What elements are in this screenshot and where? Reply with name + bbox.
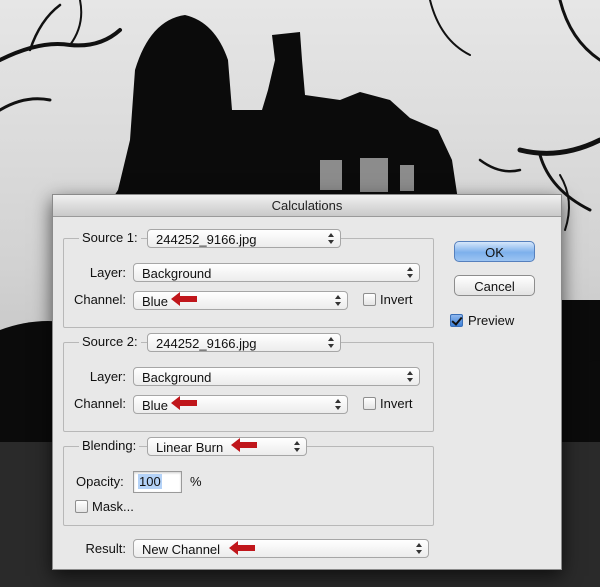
source2-layer-select[interactable]: Background	[133, 367, 420, 386]
source1-channel-select[interactable]: Blue	[133, 291, 348, 310]
result-label: Result:	[85, 541, 126, 556]
preview-label[interactable]: Preview	[468, 313, 514, 328]
source2-legend: Source 2:	[79, 334, 141, 349]
source1-legend: Source 1:	[79, 230, 141, 245]
red-arrow-icon	[171, 396, 197, 410]
updown-arrows-icon	[407, 371, 414, 382]
source1-layer-value: Background	[142, 266, 212, 281]
source1-layer-select[interactable]: Background	[133, 263, 420, 282]
updown-arrows-icon	[416, 543, 423, 554]
mask-label[interactable]: Mask...	[92, 499, 134, 514]
dialog-title[interactable]: Calculations	[53, 195, 561, 217]
cancel-button[interactable]: Cancel	[454, 275, 535, 296]
red-arrow-icon	[229, 541, 255, 555]
source2-file-select[interactable]: 244252_9166.jpg	[147, 333, 341, 352]
blending-legend: Blending:	[79, 438, 140, 453]
mask-checkbox[interactable]	[75, 500, 88, 513]
opacity-input[interactable]: 100	[133, 471, 182, 493]
blending-mode-select[interactable]: Linear Burn	[147, 437, 307, 456]
ok-button[interactable]: OK	[454, 241, 535, 262]
red-arrow-icon	[231, 438, 257, 452]
source2-channel-select[interactable]: Blue	[133, 395, 348, 414]
source2-group	[63, 342, 434, 432]
result-select[interactable]: New Channel	[133, 539, 429, 558]
opacity-value: 100	[138, 474, 162, 489]
opacity-unit: %	[190, 474, 202, 489]
updown-arrows-icon	[328, 233, 335, 244]
updown-arrows-icon	[294, 441, 301, 452]
updown-arrows-icon	[328, 337, 335, 348]
source1-layer-label: Layer:	[89, 265, 126, 280]
source2-channel-label: Channel:	[73, 396, 126, 411]
source1-channel-value: Blue	[142, 294, 169, 309]
updown-arrows-icon	[335, 295, 342, 306]
source1-group	[63, 238, 434, 328]
source1-invert-checkbox[interactable]	[363, 293, 376, 306]
source2-layer-label: Layer:	[89, 369, 126, 384]
source2-invert-label[interactable]: Invert	[380, 396, 413, 411]
red-arrow-icon	[171, 292, 197, 306]
source2-channel-value: Blue	[142, 398, 169, 413]
source1-file-value: 244252_9166.jpg	[156, 232, 257, 247]
calculations-dialog: Calculations Source 1: 244252_9166.jpg L…	[52, 194, 562, 570]
preview-checkbox[interactable]	[450, 314, 463, 327]
source1-channel-label: Channel:	[73, 292, 126, 307]
source1-file-select[interactable]: 244252_9166.jpg	[147, 229, 341, 248]
opacity-label: Opacity:	[76, 474, 124, 489]
result-value: New Channel	[142, 542, 221, 557]
updown-arrows-icon	[407, 267, 414, 278]
source1-invert-label[interactable]: Invert	[380, 292, 413, 307]
source2-layer-value: Background	[142, 370, 212, 385]
source2-invert-checkbox[interactable]	[363, 397, 376, 410]
blending-mode-value: Linear Burn	[156, 440, 224, 455]
updown-arrows-icon	[335, 399, 342, 410]
source2-file-value: 244252_9166.jpg	[156, 336, 257, 351]
